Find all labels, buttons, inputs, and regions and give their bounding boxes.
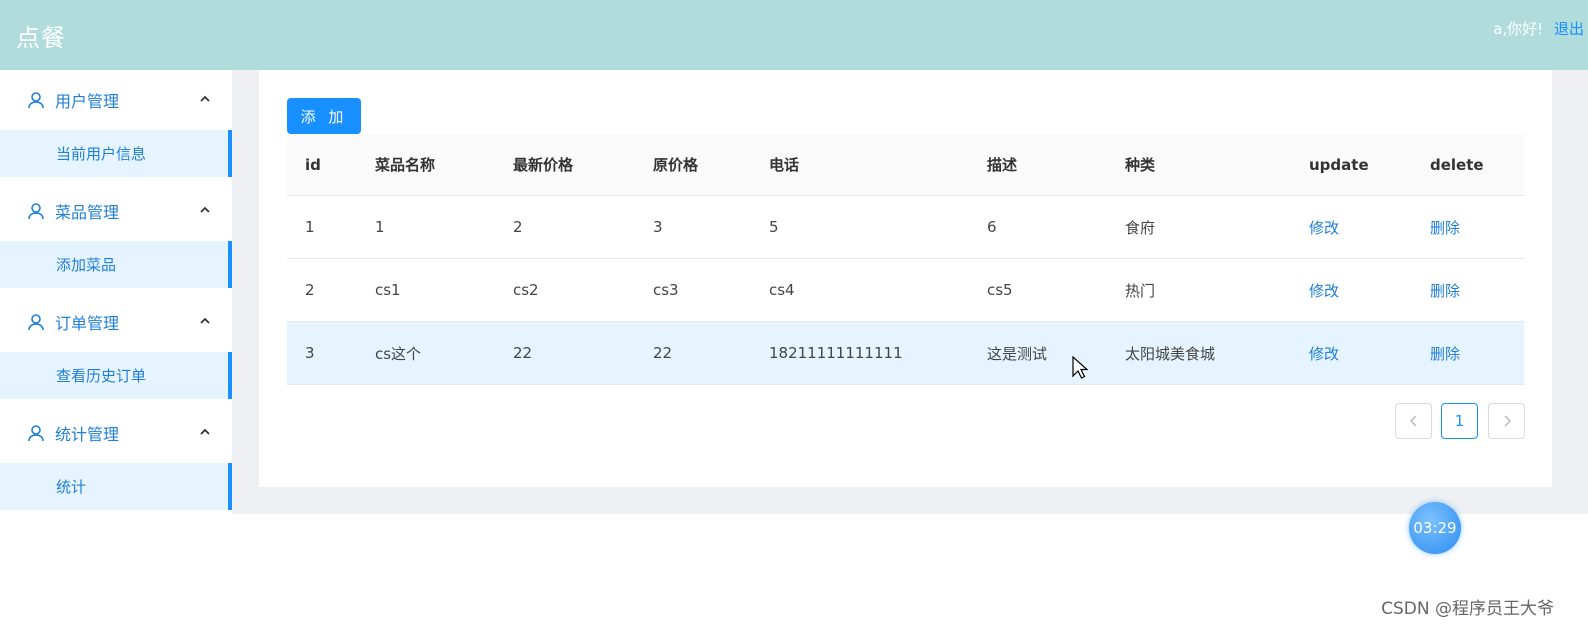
cell-id: 2 <box>305 281 315 299</box>
column-header-desc: 描述 <box>987 156 1018 174</box>
chevron-right-icon <box>1503 415 1511 427</box>
menu-group-label: 菜品管理 <box>55 203 120 222</box>
watermark: CSDN @程序员王大爷 <box>1381 599 1554 619</box>
column-header-name: 菜品名称 <box>375 156 436 174</box>
column-header-phone: 电话 <box>769 156 800 174</box>
edit-link[interactable]: 修改 <box>1309 217 1339 238</box>
column-header-update: update <box>1309 155 1369 174</box>
logout-link[interactable]: 退出 <box>1554 20 1584 38</box>
menu-group-label: 订单管理 <box>55 314 120 333</box>
cell-type: 热门 <box>1125 281 1156 300</box>
edit-link[interactable]: 修改 <box>1309 280 1339 301</box>
user-icon <box>28 425 44 442</box>
cell-new-price: 22 <box>513 344 533 362</box>
add-button[interactable]: 添 加 <box>287 98 361 134</box>
recording-timer[interactable]: 03:29 <box>1409 502 1461 554</box>
cell-name: cs1 <box>375 281 401 299</box>
cell-phone: 5 <box>769 218 779 236</box>
user-icon <box>28 203 44 220</box>
menu-group-label: 统计管理 <box>55 425 120 444</box>
cell-new-price: 2 <box>513 218 523 236</box>
cell-desc: 这是测试 <box>987 344 1048 363</box>
delete-link[interactable]: 删除 <box>1430 280 1460 301</box>
app-header: 点餐 a,你好! 退出 <box>0 0 1588 70</box>
table-row: 2 cs1 cs2 cs3 cs4 cs5 热门 修改 删除 <box>287 259 1524 322</box>
cell-id: 3 <box>305 344 315 362</box>
mouse-cursor-icon <box>1072 356 1088 379</box>
user-icon <box>28 314 44 331</box>
column-header-type: 种类 <box>1125 156 1156 174</box>
cell-desc: 6 <box>987 218 997 236</box>
cell-desc: cs5 <box>987 281 1013 299</box>
column-header-delete: delete <box>1430 155 1484 174</box>
menu-group-user[interactable]: 用户管理 <box>0 70 232 130</box>
user-greeting: a,你好! <box>1493 20 1544 38</box>
column-header-orig-price: 原价格 <box>653 156 699 174</box>
cell-phone: 18211111111111 <box>769 344 903 362</box>
chevron-left-icon <box>1409 415 1417 427</box>
dish-table: id 菜品名称 最新价格 原价格 电话 描述 种类 update delete … <box>287 134 1524 385</box>
edit-link[interactable]: 修改 <box>1309 343 1339 364</box>
chevron-up-icon <box>200 206 210 213</box>
column-header-id: id <box>305 155 321 174</box>
sidebar: 用户管理 当前用户信息 菜品管理 添加菜品 订单管理 查看历史订单 统计管理 统… <box>0 70 232 510</box>
cell-type: 食府 <box>1125 218 1156 237</box>
table-row: 3 cs这个 22 22 18211111111111 这是测试 太阳城美食城 … <box>287 322 1524 385</box>
cell-name: 1 <box>375 218 385 236</box>
menu-item-add-dish[interactable]: 添加菜品 <box>0 241 232 288</box>
page-button-1[interactable]: 1 <box>1441 403 1478 439</box>
menu-group-dish[interactable]: 菜品管理 <box>0 181 232 241</box>
menu-group-stats[interactable]: 统计管理 <box>0 403 232 463</box>
table-row: 1 1 2 3 5 6 食府 修改 删除 <box>287 196 1524 259</box>
menu-item-stats[interactable]: 统计 <box>0 463 232 510</box>
user-icon <box>28 92 44 109</box>
cell-id: 1 <box>305 218 315 236</box>
cell-name: cs这个 <box>375 344 422 363</box>
cell-phone: cs4 <box>769 281 795 299</box>
delete-link[interactable]: 删除 <box>1430 343 1460 364</box>
delete-link[interactable]: 删除 <box>1430 217 1460 238</box>
chevron-up-icon <box>200 428 210 435</box>
cell-type: 太阳城美食城 <box>1125 344 1216 363</box>
menu-item-current-user[interactable]: 当前用户信息 <box>0 130 232 177</box>
chevron-up-icon <box>200 95 210 102</box>
cell-orig-price: cs3 <box>653 281 679 299</box>
app-title: 点餐 <box>16 24 66 52</box>
prev-page-button[interactable] <box>1395 403 1432 439</box>
menu-item-order-history[interactable]: 查看历史订单 <box>0 352 232 399</box>
next-page-button[interactable] <box>1488 403 1525 439</box>
cell-orig-price: 22 <box>653 344 673 362</box>
column-header-new-price: 最新价格 <box>513 156 574 174</box>
cell-new-price: cs2 <box>513 281 539 299</box>
table-header: id 菜品名称 最新价格 原价格 电话 描述 种类 update delete <box>287 134 1524 196</box>
cell-orig-price: 3 <box>653 218 663 236</box>
user-area: a,你好! 退出 <box>1493 18 1584 39</box>
menu-group-order[interactable]: 订单管理 <box>0 292 232 352</box>
menu-group-label: 用户管理 <box>55 92 120 111</box>
chevron-up-icon <box>200 317 210 324</box>
